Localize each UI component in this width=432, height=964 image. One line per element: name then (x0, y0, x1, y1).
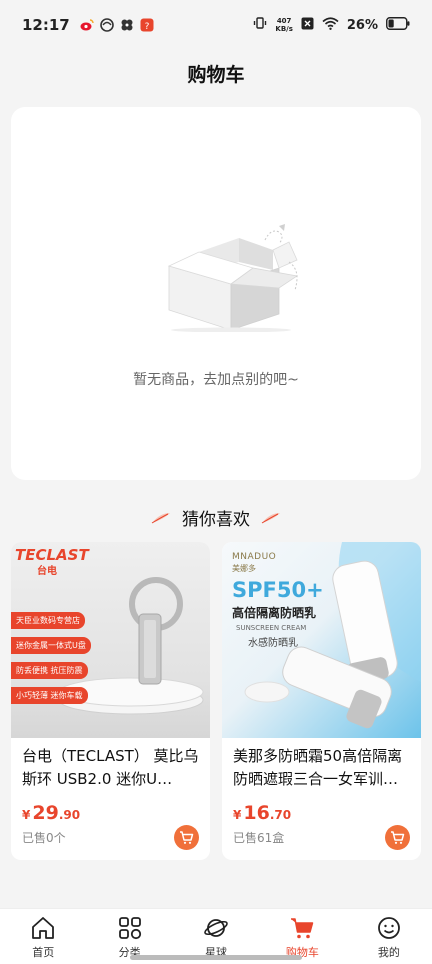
home-icon (32, 917, 55, 939)
product-tag: 迷你金属一体式U盘 (11, 637, 91, 654)
price-decimal: .70 (269, 808, 292, 822)
price-symbol: ¥ (22, 808, 31, 822)
category-icon (118, 917, 141, 940)
battery-icon (386, 16, 410, 34)
net-speed: 407 KB/s (275, 17, 293, 33)
tab-home-label: 首页 (32, 946, 55, 959)
weibo-icon (80, 18, 94, 32)
tab-profile-label: 我的 (377, 946, 400, 959)
close-box-icon (301, 16, 314, 34)
product-spf: SPF50+ (232, 578, 324, 602)
product-subline-cn: 水感防晒乳 (248, 638, 298, 649)
price-integer: 29 (32, 802, 59, 824)
sold-count: 已售61盒 (233, 831, 285, 845)
product-brand-cn: 台电 (37, 566, 57, 577)
vibrate-icon (253, 16, 267, 34)
home-indicator[interactable] (130, 955, 302, 960)
status-bar: 12:17 ? 407 KB/s 26% (0, 0, 432, 50)
product-name[interactable]: 台电（TECLAST） 莫比乌斯环 USB2.0 迷你U… (11, 738, 210, 794)
app-red-square-icon: ? (140, 18, 154, 32)
add-to-cart-button[interactable] (385, 825, 410, 850)
price-decimal: .90 (58, 808, 81, 822)
tab-bar: 首页 分类 星球 购物车 我的 (0, 908, 432, 964)
product-price: ¥ 16 .70 (222, 794, 421, 824)
product-tag: 小巧轻薄 迷你车载 (11, 687, 88, 704)
product-brand: MNADUO (232, 552, 277, 562)
price-integer: 16 (243, 802, 270, 824)
feather-right-icon (260, 510, 282, 524)
product-card[interactable]: TECLAST 台电 天臣业数码专营店 迷你金属一体式U盘 防丢便携 抗压防震 … (11, 542, 210, 860)
cart-icon (291, 918, 314, 939)
product-headline: 高倍隔离防晒乳 (232, 606, 317, 620)
product-tag: 天臣业数码专营店 (11, 612, 85, 629)
product-brand-cn: 美娜多 (232, 564, 256, 573)
app-circle-icon (99, 18, 114, 32)
empty-cart-card: 暂无商品，去加点别的吧~ (11, 107, 421, 480)
planet-icon (204, 919, 228, 937)
battery-percent: 26% (346, 17, 378, 33)
empty-cart-text: 暂无商品，去加点别的吧~ (133, 372, 299, 388)
app-flower-icon (120, 18, 134, 32)
wifi-icon (322, 16, 339, 34)
profile-icon (377, 917, 400, 939)
empty-box-icon (161, 222, 311, 333)
feather-left-icon (150, 510, 172, 524)
price-symbol: ¥ (233, 808, 242, 822)
recommend-title: 猜你喜欢 (182, 509, 250, 530)
cart-icon (180, 831, 194, 844)
product-subline: SUNSCREEN CREAM (236, 624, 307, 632)
cart-icon (391, 831, 405, 844)
status-time: 12:17 (22, 16, 70, 34)
tab-home[interactable]: 首页 (0, 909, 86, 964)
product-image[interactable]: TECLAST 台电 天臣业数码专营店 迷你金属一体式U盘 防丢便携 抗压防震 … (11, 542, 210, 738)
product-tag: 防丢便携 抗压防震 (11, 662, 88, 679)
page-title: 购物车 (187, 63, 245, 86)
svg-text:?: ? (144, 22, 149, 32)
product-price: ¥ 29 .90 (11, 794, 210, 824)
product-card[interactable]: MNADUO 美娜多 SPF50+ 高倍隔离防晒乳 SUNSCREEN CREA… (222, 542, 421, 860)
product-image[interactable]: MNADUO 美娜多 SPF50+ 高倍隔离防晒乳 SUNSCREEN CREA… (222, 542, 421, 738)
tab-profile[interactable]: 我的 (346, 909, 432, 964)
sold-count: 已售0个 (22, 831, 66, 845)
product-name[interactable]: 美那多防晒霜50高倍隔离防晒遮瑕三合一女军训… (222, 738, 421, 794)
add-to-cart-button[interactable] (174, 825, 199, 850)
recommend-header: 猜你喜欢 (0, 500, 432, 534)
